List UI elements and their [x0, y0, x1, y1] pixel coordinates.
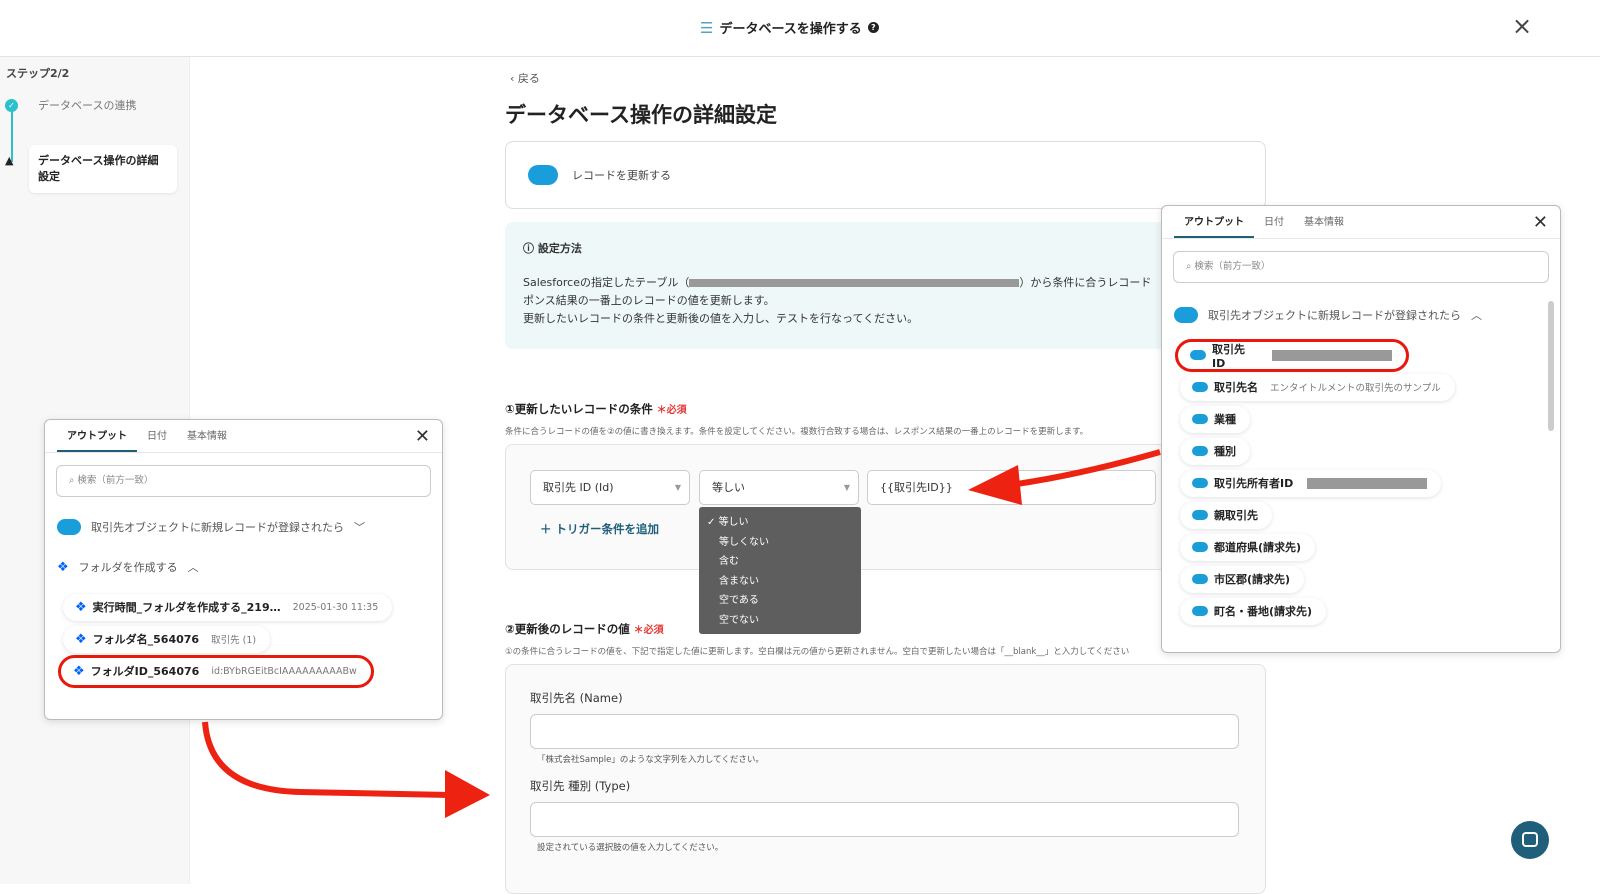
salesforce-icon	[1192, 382, 1208, 392]
output-item[interactable]: 種別	[1180, 437, 1250, 465]
page-header-title: ☰ データベースを操作する ?	[700, 18, 879, 37]
salesforce-icon	[57, 519, 81, 535]
operator-option[interactable]: 含まない	[699, 572, 861, 592]
operator-option[interactable]: ✓ 等しい	[699, 513, 861, 533]
salesforce-icon	[1192, 478, 1208, 488]
section1-description: 条件に合うレコードの値を②の値に書き換えます。条件を設定してください。複数行合致…	[505, 427, 1089, 437]
chat-icon	[1522, 832, 1538, 847]
chevron-up-icon: ︿	[1471, 309, 1482, 322]
field-label-name: 取引先名 (Name)	[530, 691, 623, 705]
chat-support-button[interactable]	[1511, 821, 1549, 859]
section1-header: ①更新したいレコードの条件 ＊必須	[505, 402, 687, 416]
output-popup-left: アウトプット 日付 基本情報 ✕ ⌕ 検索（前方一致） 取引先オブジェクトに新規…	[44, 419, 443, 720]
add-trigger-condition-button[interactable]: ＋ トリガー条件を追加	[540, 521, 659, 537]
search-input[interactable]: ⌕ 検索（前方一致）	[56, 465, 431, 497]
info-icon: ⓘ	[523, 242, 538, 255]
action-card[interactable]: レコードを更新する	[505, 141, 1266, 209]
output-item-account-id[interactable]: 取引先ID	[1175, 338, 1409, 372]
field-label-type: 取引先 種別 (Type)	[530, 779, 631, 793]
dropbox-icon: ❖	[75, 631, 87, 647]
section2-description: ①の条件に合うレコードの値を、下記で指定した値に更新します。空白欄は元の値から更…	[505, 647, 1130, 657]
output-item[interactable]: ❖ 実行時間_フォルダを作成する_219… 2025-01-30 11:35	[63, 593, 393, 621]
help-icon[interactable]: ?	[867, 22, 879, 33]
scrollbar[interactable]	[1548, 301, 1554, 431]
type-input[interactable]	[530, 802, 1239, 837]
tab-output[interactable]: アウトプット	[1174, 206, 1254, 238]
output-item[interactable]: 業種	[1180, 405, 1250, 433]
sidebar-step-detail-settings[interactable]: データベース操作の詳細設定	[29, 145, 177, 193]
salesforce-icon	[1192, 510, 1208, 520]
check-icon: ✓	[5, 99, 18, 112]
tab-basic-info[interactable]: 基本情報	[177, 420, 237, 452]
folder-group-header[interactable]: ❖ フォルダを作成する ︿	[45, 553, 442, 581]
info-box: ⓘ 設定方法 Salesforceの指定したテーブル（ ）から条件に合うレコード …	[505, 222, 1185, 349]
salesforce-icon	[1192, 446, 1208, 456]
name-input[interactable]	[530, 714, 1239, 749]
chevron-left-icon: ‹	[510, 72, 518, 85]
operator-dropdown-menu: ✓ 等しい 等しくない 含む 含まない 空である 空でない	[699, 507, 861, 634]
dropbox-icon: ❖	[73, 663, 85, 679]
dropbox-icon: ❖	[75, 599, 87, 615]
salesforce-icon	[1192, 414, 1208, 424]
operator-option[interactable]: 含む	[699, 552, 861, 572]
salesforce-icon	[1192, 574, 1208, 584]
condition-operator-select[interactable]: 等しい ▼	[699, 470, 859, 505]
salesforce-icon	[1190, 350, 1206, 360]
name-hint: 「株式会社Sample」のような文字列を入力してください。	[537, 755, 764, 765]
salesforce-icon	[528, 165, 558, 185]
database-icon: ☰	[700, 18, 714, 37]
chevron-up-icon: ︿	[187, 561, 199, 574]
search-input[interactable]: ⌕ 検索（前方一致）	[1173, 251, 1549, 283]
dropbox-icon: ❖	[57, 559, 69, 575]
operator-option[interactable]: 等しくない	[699, 533, 861, 553]
trigger-group-header[interactable]: 取引先オブジェクトに新規レコードが登録されたら ︿	[1162, 301, 1560, 329]
output-item[interactable]: 町名・番地(請求先)	[1180, 597, 1327, 625]
tab-output[interactable]: アウトプット	[57, 420, 137, 452]
salesforce-icon	[1192, 606, 1208, 616]
section2-header: ②更新後のレコードの値 ＊必須	[505, 622, 664, 636]
output-item-folder-id[interactable]: ❖ フォルダID_564076 id:BYbRGEitBcIAAAAAAAAABw	[58, 654, 374, 688]
step-counter: ステップ2/2	[6, 67, 70, 80]
redacted-value	[1272, 349, 1392, 361]
close-icon[interactable]: ✕	[415, 426, 430, 447]
trigger-group-header[interactable]: 取引先オブジェクトに新規レコードが登録されたら ﹀	[45, 513, 442, 541]
header: ☰ データベースを操作する ? ×	[0, 0, 1600, 57]
output-item[interactable]: 取引先所有者ID	[1180, 469, 1442, 497]
output-popup-right: アウトプット 日付 基本情報 ✕ ⌕ 検索（前方一致） 取引先オブジェクトに新規…	[1161, 205, 1561, 653]
operator-option[interactable]: 空でない	[699, 611, 861, 631]
back-link[interactable]: ‹ 戻る	[510, 70, 540, 86]
redacted-value	[1307, 477, 1428, 489]
chevron-down-icon: ▼	[674, 483, 681, 492]
page-title: データベース操作の詳細設定	[505, 103, 777, 127]
output-item[interactable]: 取引先名 エンタイトルメントの取引先のサンプル	[1180, 373, 1455, 401]
output-item[interactable]: ❖ フォルダ名_564076 取引先 (1)	[63, 625, 271, 653]
tab-basic-info[interactable]: 基本情報	[1294, 206, 1354, 238]
output-item[interactable]: 市区郡(請求先)	[1180, 565, 1305, 593]
condition-field-select[interactable]: 取引先 ID (Id) ▼	[530, 470, 690, 505]
plus-icon: ＋	[540, 522, 556, 536]
output-item[interactable]: 都道府県(請求先)	[1180, 533, 1316, 561]
close-icon[interactable]: ✕	[1533, 212, 1548, 233]
output-item[interactable]: 親取引先	[1180, 501, 1272, 529]
salesforce-icon	[1174, 307, 1198, 323]
condition-value-input[interactable]: {{取引先ID}}	[867, 470, 1156, 505]
chevron-down-icon: ▼	[843, 483, 850, 492]
tab-date[interactable]: 日付	[137, 420, 177, 452]
close-icon[interactable]: ×	[1512, 12, 1532, 40]
arrowhead	[445, 770, 490, 818]
operator-option[interactable]: 空である	[699, 591, 861, 611]
salesforce-icon	[1192, 542, 1208, 552]
redacted-text	[689, 279, 1020, 287]
sidebar-step-database-link[interactable]: データベースの連携	[38, 97, 136, 113]
tab-date[interactable]: 日付	[1254, 206, 1294, 238]
chevron-down-icon: ﹀	[354, 521, 365, 534]
type-hint: 設定されている選択肢の値を入力してください。	[537, 843, 724, 853]
warning-icon: ▲	[5, 154, 14, 167]
check-icon: ✓	[707, 517, 719, 528]
red-arrow-left-to-fields	[202, 721, 451, 798]
